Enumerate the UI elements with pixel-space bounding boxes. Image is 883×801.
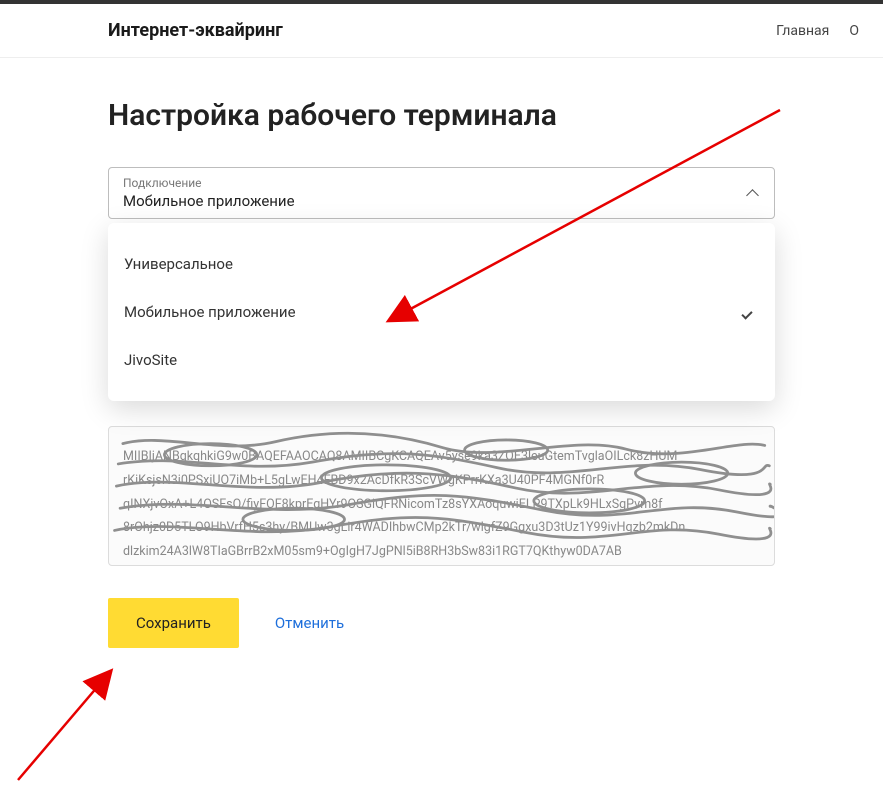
dropdown-option[interactable]: Универсальное: [108, 243, 775, 285]
dropdown-option-label: JivoSite: [124, 351, 177, 369]
nav-home[interactable]: Главная: [776, 23, 829, 39]
cancel-button[interactable]: Отменить: [275, 614, 344, 632]
key-line: qINXjvOxA+L4OSFsO/fiyFOF8kprEgHYr9OSGiQF…: [123, 493, 760, 517]
key-line: rKiKsjsN3i0PSxiUO7iMb+L5gLwEH4FBD9x2AcDf…: [123, 469, 760, 493]
key-line: 8rOhjz0D5TLO9HbVrfH5s3hy/BMUw3gLir4WADIh…: [123, 516, 760, 540]
key-line: dlzkim24A3lW8TIaGBrrB2xM05sm9+OgIgH7JgPN…: [123, 540, 760, 564]
connection-select-value: Мобильное приложение: [123, 192, 295, 210]
nav-trailing[interactable]: О: [849, 23, 859, 39]
connection-select-label: Подключение: [123, 176, 295, 190]
dropdown-option-label: Мобильное приложение: [124, 303, 296, 321]
brand-title: Интернет-эквайринг: [108, 20, 283, 41]
check-icon: [741, 303, 759, 321]
connection-dropdown: Универсальное Мобильное приложение JivoS…: [108, 223, 775, 401]
dropdown-option[interactable]: Мобильное приложение: [108, 291, 775, 333]
public-key-box[interactable]: MIIBIjANBgkqhkiG9w0BAQEFAAOCAQ8AMIIBCgKC…: [108, 426, 775, 566]
key-line: MIIBIjANBgkqhkiG9w0BAQEFAAOCAQ8AMIIBCgKC…: [123, 445, 760, 469]
page-title: Настройка рабочего терминала: [108, 98, 775, 133]
dropdown-option[interactable]: JivoSite: [108, 339, 775, 381]
dropdown-option-label: Универсальное: [124, 255, 233, 273]
chevron-up-icon: [746, 187, 758, 199]
connection-select[interactable]: Подключение Мобильное приложение: [108, 167, 775, 219]
save-button[interactable]: Сохранить: [108, 598, 239, 648]
top-bar: Интернет-эквайринг Главная О: [0, 4, 883, 58]
